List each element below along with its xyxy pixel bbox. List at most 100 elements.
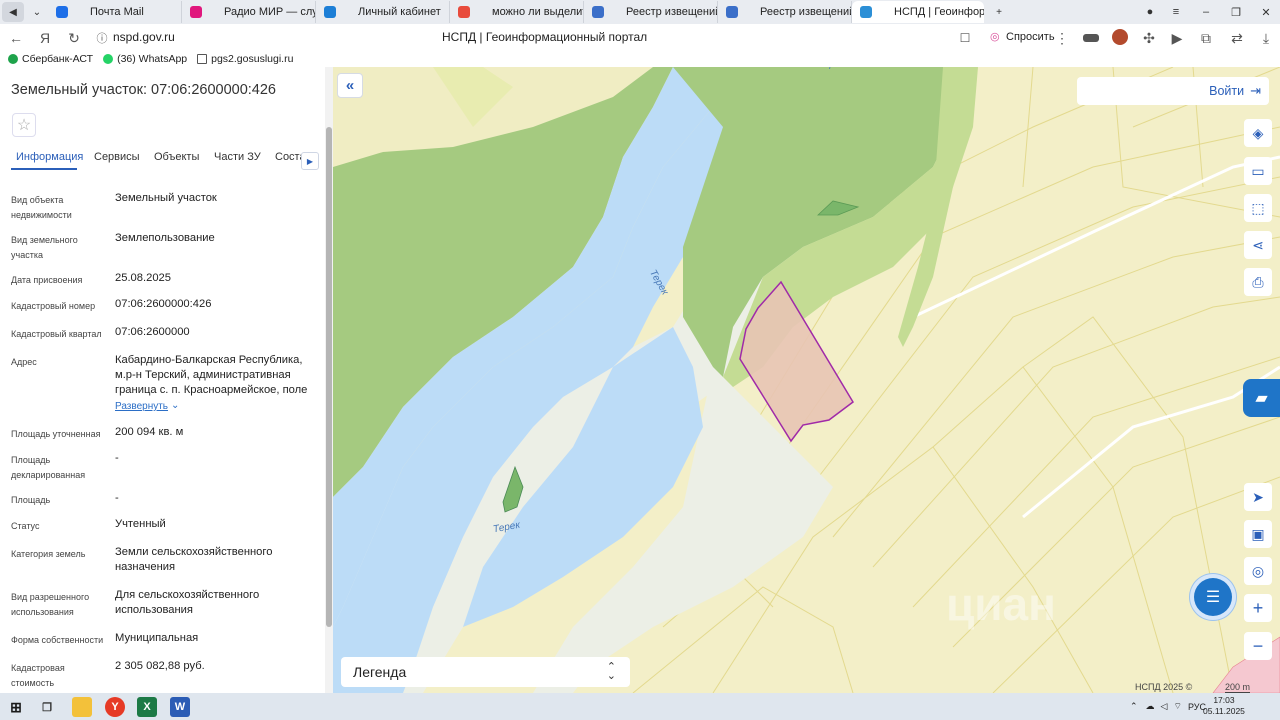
- select-area-icon[interactable]: ⬚: [1244, 194, 1272, 222]
- ask-button-label: Спросить: [1006, 31, 1055, 43]
- chat-icon[interactable]: ☰: [1194, 578, 1232, 616]
- media-icon[interactable]: ▶: [1167, 28, 1187, 48]
- tabs-scroll-right-icon[interactable]: ▶: [301, 152, 319, 170]
- clock-date: 05.11.2025: [1203, 706, 1245, 716]
- property-label: Адрес: [11, 357, 37, 367]
- property-label: Кадастровая стоимость: [11, 663, 65, 688]
- site-info-icon[interactable]: ⓘ: [92, 28, 112, 48]
- ruler-icon[interactable]: ▭: [1244, 157, 1272, 185]
- word-icon[interactable]: W: [170, 697, 190, 717]
- tab-favicon-icon: [592, 6, 604, 18]
- property-value: Муниципальная: [115, 632, 199, 644]
- windows-start-icon[interactable]: ⊞: [6, 697, 26, 717]
- zoom-in-icon[interactable]: +: [1244, 594, 1272, 622]
- tab-label: Реестр извещений: [626, 6, 718, 18]
- speaker-icon[interactable]: ◁: [1161, 701, 1168, 712]
- geolocation-icon[interactable]: ◎: [1244, 557, 1272, 585]
- property-value: Землепользование: [115, 232, 215, 244]
- login-button[interactable]: Войти ⇥: [1077, 77, 1269, 105]
- minimap-icon[interactable]: ▣: [1244, 520, 1272, 548]
- bookmark-item[interactable]: (36) WhatsApp: [103, 53, 187, 65]
- page-title: НСПД | Геоинформационный портал: [442, 30, 648, 44]
- menu-icon[interactable]: ≡: [1161, 0, 1191, 24]
- parcel-title: Земельный участок: 07:06:2600000:426: [11, 82, 276, 98]
- expand-address-link[interactable]: Развернуть: [115, 401, 168, 412]
- property-value: Учтенный: [115, 518, 166, 530]
- property-label: Категория земель: [11, 549, 86, 559]
- new-tab-icon[interactable]: +: [988, 2, 1010, 22]
- clock[interactable]: 17:03 05.11.2025: [1203, 695, 1245, 717]
- chevron-down-icon[interactable]: ⌄: [171, 400, 179, 411]
- restore-icon[interactable]: ❐: [1221, 0, 1251, 24]
- zoom-out-icon[interactable]: −: [1244, 632, 1272, 660]
- property-value: 07:06:2600000:426: [115, 298, 212, 310]
- property-value: -: [115, 492, 119, 504]
- sberbank-icon: [8, 54, 18, 64]
- tab-services[interactable]: Сервисы: [94, 151, 140, 163]
- bookmark-item[interactable]: pgs2.gosuslugi.ru: [197, 53, 293, 65]
- property-value: Для сельскохозяйственного использования: [115, 589, 260, 616]
- extension-icon[interactable]: [1112, 29, 1128, 45]
- close-window-icon[interactable]: ✕: [1251, 0, 1280, 24]
- property-label: Площадь: [11, 495, 51, 505]
- minimize-icon[interactable]: –: [1191, 0, 1221, 24]
- layers-icon[interactable]: ◈: [1244, 119, 1272, 147]
- file-explorer-icon[interactable]: [72, 697, 92, 717]
- network-icon[interactable]: ☁: [1146, 701, 1155, 712]
- sound-icon[interactable]: ◀︎: [2, 2, 24, 22]
- property-value: -: [115, 452, 119, 464]
- browser-tab[interactable]: Реестр извещений: [718, 1, 852, 23]
- legend-panel[interactable]: Легенда ⌃ ⌄: [341, 657, 630, 687]
- browser-tab[interactable]: НСПД | Геоинформац✕: [852, 1, 984, 23]
- tab-favicon-icon: [190, 6, 202, 18]
- assistant-icon[interactable]: ▰: [1243, 379, 1280, 417]
- more-options-icon[interactable]: ⋮: [1052, 28, 1072, 48]
- collapse-panel-button[interactable]: «: [337, 73, 363, 98]
- yandex-browser-icon[interactable]: Y: [105, 697, 125, 717]
- map-scale: 200 m: [1225, 682, 1251, 693]
- print-icon[interactable]: ⎙: [1244, 268, 1272, 296]
- map-view[interactable]: Терек Терек Терек циан « Войти ⇥ ◈ ▭ ⬚ ⋖…: [333, 67, 1280, 693]
- browser-tab[interactable]: Почта Mail: [48, 1, 182, 23]
- road: [1022, 365, 1280, 519]
- download-icon[interactable]: ⤓: [1256, 28, 1276, 48]
- property-label: Дата присвоения: [11, 275, 83, 285]
- favorite-star-icon[interactable]: ☆: [12, 113, 36, 137]
- task-view-icon[interactable]: ❐: [37, 697, 57, 717]
- chevron-down-icon[interactable]: ⌄: [26, 2, 48, 22]
- url-field[interactable]: nspd.gov.ru: [113, 30, 175, 44]
- tab-information[interactable]: Информация: [16, 151, 83, 163]
- bookmark-icon[interactable]: ☐: [955, 28, 975, 48]
- property-label: Кадастровый квартал: [11, 329, 102, 339]
- tab-parts[interactable]: Части ЗУ: [214, 151, 261, 163]
- property-label: Площадь уточненная: [11, 429, 101, 439]
- active-tab-indicator: [11, 168, 77, 170]
- locate-icon[interactable]: ➤: [1244, 483, 1272, 511]
- collections-icon[interactable]: ⧉: [1196, 28, 1216, 48]
- browser-tab[interactable]: Личный кабинет: [316, 1, 450, 23]
- browser-tab[interactable]: можно ли выделить доле: [450, 1, 584, 23]
- map-canvas[interactable]: [333, 67, 1280, 693]
- browser-tab[interactable]: Радио МИР — слуш: [182, 1, 316, 23]
- puzzle-icon[interactable]: ✣: [1139, 28, 1159, 48]
- browser-tab[interactable]: Реестр извещений: [584, 1, 718, 23]
- clock-time: 17:03: [1213, 695, 1235, 705]
- tab-objects[interactable]: Объекты: [154, 151, 199, 163]
- back-icon[interactable]: ←: [6, 28, 26, 48]
- share-icon[interactable]: ⋖: [1244, 231, 1272, 259]
- extension-icon[interactable]: [1083, 34, 1099, 42]
- bookmark-item[interactable]: Сбербанк-АСТ: [8, 53, 93, 65]
- parcel-info-panel: Земельный участок: 07:06:2600000:426 ☆ И…: [0, 67, 333, 693]
- reload-icon[interactable]: ↻: [64, 28, 84, 48]
- expand-legend-icon[interactable]: ⌃ ⌄: [607, 662, 616, 682]
- sync-icon[interactable]: ⇄: [1227, 28, 1247, 48]
- bookmarks-bar: Сбербанк-АСТ (36) WhatsApp pgs2.gosuslug…: [0, 51, 1280, 67]
- yandex-icon[interactable]: Я: [35, 28, 55, 48]
- watermark: циан: [946, 578, 1056, 630]
- panel-scrollbar-thumb[interactable]: [326, 127, 332, 627]
- chevron-up-icon[interactable]: ⌃: [1130, 701, 1138, 712]
- tab-label: Реестр извещений: [760, 6, 852, 18]
- wifi-icon[interactable]: ⌔: [1173, 701, 1181, 712]
- excel-icon[interactable]: X: [137, 697, 157, 717]
- property-value: Земли сельскохозяйственного назначения: [115, 546, 273, 573]
